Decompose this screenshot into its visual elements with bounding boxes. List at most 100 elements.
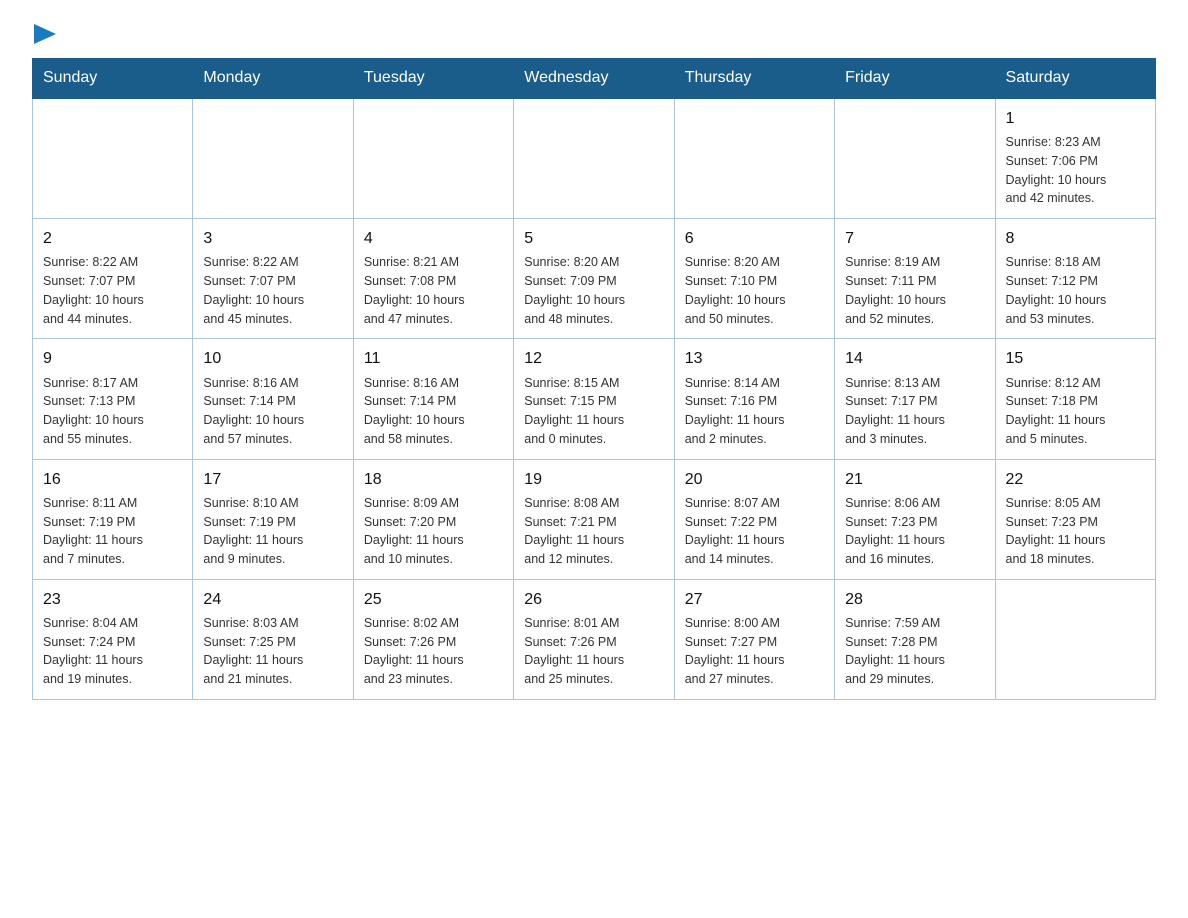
logo	[32, 24, 56, 40]
day-info: Sunrise: 8:20 AMSunset: 7:10 PMDaylight:…	[685, 253, 824, 328]
calendar-cell: 12 Sunrise: 8:15 AMSunset: 7:15 PMDayligh…	[514, 339, 674, 459]
calendar-cell: 22 Sunrise: 8:05 AMSunset: 7:23 PMDayligh…	[995, 459, 1155, 579]
day-info: Sunrise: 8:08 AMSunset: 7:21 PMDaylight:…	[524, 494, 663, 569]
day-number: 3	[203, 227, 342, 250]
day-number: 19	[524, 468, 663, 491]
calendar-cell: 25 Sunrise: 8:02 AMSunset: 7:26 PMDayligh…	[353, 579, 513, 699]
calendar-cell: 20 Sunrise: 8:07 AMSunset: 7:22 PMDayligh…	[674, 459, 834, 579]
week-row-3: 9 Sunrise: 8:17 AMSunset: 7:13 PMDaylight…	[33, 339, 1156, 459]
day-info: Sunrise: 8:07 AMSunset: 7:22 PMDaylight:…	[685, 494, 824, 569]
calendar-cell	[33, 98, 193, 219]
weekday-header-sunday: Sunday	[33, 59, 193, 99]
day-number: 25	[364, 588, 503, 611]
day-number: 15	[1006, 347, 1145, 370]
day-info: Sunrise: 8:18 AMSunset: 7:12 PMDaylight:…	[1006, 253, 1145, 328]
calendar-cell: 14 Sunrise: 8:13 AMSunset: 7:17 PMDayligh…	[835, 339, 995, 459]
day-info: Sunrise: 8:17 AMSunset: 7:13 PMDaylight:…	[43, 374, 182, 449]
day-info: Sunrise: 8:22 AMSunset: 7:07 PMDaylight:…	[43, 253, 182, 328]
logo-icon	[34, 24, 56, 44]
day-number: 20	[685, 468, 824, 491]
day-info: Sunrise: 8:09 AMSunset: 7:20 PMDaylight:…	[364, 494, 503, 569]
day-number: 8	[1006, 227, 1145, 250]
day-number: 21	[845, 468, 984, 491]
page-header	[32, 24, 1156, 40]
day-number: 28	[845, 588, 984, 611]
day-info: Sunrise: 7:59 AMSunset: 7:28 PMDaylight:…	[845, 614, 984, 689]
calendar-cell: 19 Sunrise: 8:08 AMSunset: 7:21 PMDayligh…	[514, 459, 674, 579]
logo-general-text	[32, 24, 56, 44]
calendar-cell: 9 Sunrise: 8:17 AMSunset: 7:13 PMDaylight…	[33, 339, 193, 459]
day-info: Sunrise: 8:04 AMSunset: 7:24 PMDaylight:…	[43, 614, 182, 689]
day-info: Sunrise: 8:02 AMSunset: 7:26 PMDaylight:…	[364, 614, 503, 689]
calendar-cell: 1 Sunrise: 8:23 AMSunset: 7:06 PMDaylight…	[995, 98, 1155, 219]
day-info: Sunrise: 8:01 AMSunset: 7:26 PMDaylight:…	[524, 614, 663, 689]
weekday-header-saturday: Saturday	[995, 59, 1155, 99]
calendar-cell: 13 Sunrise: 8:14 AMSunset: 7:16 PMDayligh…	[674, 339, 834, 459]
day-number: 6	[685, 227, 824, 250]
calendar-cell: 23 Sunrise: 8:04 AMSunset: 7:24 PMDayligh…	[33, 579, 193, 699]
calendar-cell	[353, 98, 513, 219]
day-number: 5	[524, 227, 663, 250]
calendar-cell: 6 Sunrise: 8:20 AMSunset: 7:10 PMDaylight…	[674, 219, 834, 339]
day-number: 4	[364, 227, 503, 250]
calendar-cell: 8 Sunrise: 8:18 AMSunset: 7:12 PMDaylight…	[995, 219, 1155, 339]
day-info: Sunrise: 8:20 AMSunset: 7:09 PMDaylight:…	[524, 253, 663, 328]
day-info: Sunrise: 8:15 AMSunset: 7:15 PMDaylight:…	[524, 374, 663, 449]
calendar-cell: 3Sunrise: 8:22 AMSunset: 7:07 PMDaylight…	[193, 219, 353, 339]
day-info: Sunrise: 8:12 AMSunset: 7:18 PMDaylight:…	[1006, 374, 1145, 449]
weekday-header-monday: Monday	[193, 59, 353, 99]
calendar-cell	[995, 579, 1155, 699]
day-number: 27	[685, 588, 824, 611]
day-number: 14	[845, 347, 984, 370]
week-row-1: 1 Sunrise: 8:23 AMSunset: 7:06 PMDaylight…	[33, 98, 1156, 219]
calendar-cell: 11Sunrise: 8:16 AMSunset: 7:14 PMDayligh…	[353, 339, 513, 459]
day-number: 2	[43, 227, 182, 250]
calendar-cell: 7 Sunrise: 8:19 AMSunset: 7:11 PMDaylight…	[835, 219, 995, 339]
day-info: Sunrise: 8:11 AMSunset: 7:19 PMDaylight:…	[43, 494, 182, 569]
day-info: Sunrise: 8:00 AMSunset: 7:27 PMDaylight:…	[685, 614, 824, 689]
day-number: 24	[203, 588, 342, 611]
day-info: Sunrise: 8:06 AMSunset: 7:23 PMDaylight:…	[845, 494, 984, 569]
day-number: 23	[43, 588, 182, 611]
week-row-2: 2 Sunrise: 8:22 AMSunset: 7:07 PMDaylight…	[33, 219, 1156, 339]
day-info: Sunrise: 8:23 AMSunset: 7:06 PMDaylight:…	[1006, 133, 1145, 208]
day-info: Sunrise: 8:19 AMSunset: 7:11 PMDaylight:…	[845, 253, 984, 328]
weekday-header-tuesday: Tuesday	[353, 59, 513, 99]
day-info: Sunrise: 8:21 AMSunset: 7:08 PMDaylight:…	[364, 253, 503, 328]
calendar-cell: 24 Sunrise: 8:03 AMSunset: 7:25 PMDayligh…	[193, 579, 353, 699]
day-number: 18	[364, 468, 503, 491]
day-info: Sunrise: 8:14 AMSunset: 7:16 PMDaylight:…	[685, 374, 824, 449]
day-number: 13	[685, 347, 824, 370]
calendar-cell: 4 Sunrise: 8:21 AMSunset: 7:08 PMDaylight…	[353, 219, 513, 339]
day-number: 11	[364, 347, 503, 370]
day-info: Sunrise: 8:16 AMSunset: 7:14 PMDaylight:…	[203, 374, 342, 449]
calendar-cell: 21 Sunrise: 8:06 AMSunset: 7:23 PMDayligh…	[835, 459, 995, 579]
day-number: 1	[1006, 107, 1145, 130]
day-number: 9	[43, 347, 182, 370]
day-number: 7	[845, 227, 984, 250]
calendar-cell: 26 Sunrise: 8:01 AMSunset: 7:26 PMDayligh…	[514, 579, 674, 699]
calendar-cell: 15 Sunrise: 8:12 AMSunset: 7:18 PMDayligh…	[995, 339, 1155, 459]
day-info: Sunrise: 8:05 AMSunset: 7:23 PMDaylight:…	[1006, 494, 1145, 569]
day-number: 10	[203, 347, 342, 370]
calendar-table: SundayMondayTuesdayWednesdayThursdayFrid…	[32, 58, 1156, 700]
calendar-cell	[514, 98, 674, 219]
day-number: 26	[524, 588, 663, 611]
weekday-header-row: SundayMondayTuesdayWednesdayThursdayFrid…	[33, 59, 1156, 99]
weekday-header-thursday: Thursday	[674, 59, 834, 99]
calendar-cell	[193, 98, 353, 219]
day-info: Sunrise: 8:13 AMSunset: 7:17 PMDaylight:…	[845, 374, 984, 449]
calendar-cell: 5 Sunrise: 8:20 AMSunset: 7:09 PMDaylight…	[514, 219, 674, 339]
calendar-cell	[674, 98, 834, 219]
calendar-cell: 10 Sunrise: 8:16 AMSunset: 7:14 PMDayligh…	[193, 339, 353, 459]
day-info: Sunrise: 8:03 AMSunset: 7:25 PMDaylight:…	[203, 614, 342, 689]
day-number: 22	[1006, 468, 1145, 491]
day-number: 12	[524, 347, 663, 370]
weekday-header-wednesday: Wednesday	[514, 59, 674, 99]
calendar-cell: 17Sunrise: 8:10 AMSunset: 7:19 PMDayligh…	[193, 459, 353, 579]
calendar-cell: 16Sunrise: 8:11 AMSunset: 7:19 PMDayligh…	[33, 459, 193, 579]
week-row-5: 23 Sunrise: 8:04 AMSunset: 7:24 PMDayligh…	[33, 579, 1156, 699]
calendar-cell: 28 Sunrise: 7:59 AMSunset: 7:28 PMDayligh…	[835, 579, 995, 699]
calendar-cell: 18 Sunrise: 8:09 AMSunset: 7:20 PMDayligh…	[353, 459, 513, 579]
calendar-cell: 2 Sunrise: 8:22 AMSunset: 7:07 PMDaylight…	[33, 219, 193, 339]
